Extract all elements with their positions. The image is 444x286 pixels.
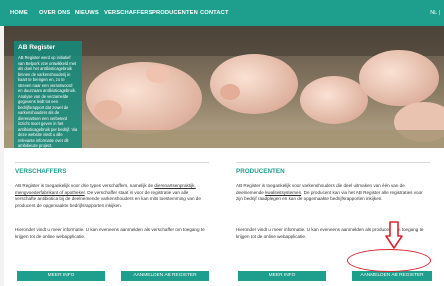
aanmelden-button-producenten[interactable]: AANMELDEN AB REGISTER: [352, 271, 432, 281]
card-text-producenten: AB Register is toegankelijk voor varkens…: [236, 183, 430, 203]
meer-info-button-verschaffers[interactable]: MEER INFO: [17, 271, 105, 281]
highlight-oval: [347, 249, 431, 272]
kwaliteitsystemen-link[interactable]: kwaliteitsystemen: [265, 190, 301, 195]
language-selector[interactable]: NL |: [430, 0, 440, 26]
hero-banner: AB Register AB Register werd op initiati…: [4, 26, 444, 148]
nav-item-over-ons[interactable]: OVER ONS: [39, 0, 70, 26]
card-text-part: AB Register is toegankelijk voor drie ty…: [15, 183, 155, 188]
main-navigation: HOME OVER ONS NIEUWS VERSCHAFFERS PRODUC…: [0, 0, 444, 26]
card-title-producenten: PRODUCENTEN: [236, 168, 285, 175]
hero-info-box: AB Register AB Register werd op initiati…: [14, 41, 82, 148]
hero-text: AB Register werd op initiatief van Belpo…: [18, 55, 78, 148]
nav-item-producenten[interactable]: PRODUCENTEN: [152, 0, 198, 26]
nav-item-verschaffers[interactable]: VERSCHAFFERS: [104, 0, 153, 26]
down-arrow-icon: [385, 221, 403, 249]
aanmelden-button-verschaffers[interactable]: AANMELDEN AB REGISTER: [121, 271, 209, 281]
card-info-verschaffers: Hieronder vindt u meer informatie. U kan…: [15, 227, 205, 239]
meer-info-button-producenten[interactable]: MEER INFO: [238, 271, 326, 281]
nav-item-contact[interactable]: CONTACT: [200, 0, 229, 26]
card-text-verschaffers: AB Register is toegankelijk voor drie ty…: [15, 183, 209, 210]
card-verschaffers: VERSCHAFFERS AB Register is toegankelijk…: [15, 162, 209, 281]
nav-item-home[interactable]: HOME: [10, 0, 28, 26]
nav-item-nieuws[interactable]: NIEUWS: [75, 0, 99, 26]
card-title-verschaffers: VERSCHAFFERS: [15, 168, 67, 175]
hero-title: AB Register: [18, 44, 56, 51]
